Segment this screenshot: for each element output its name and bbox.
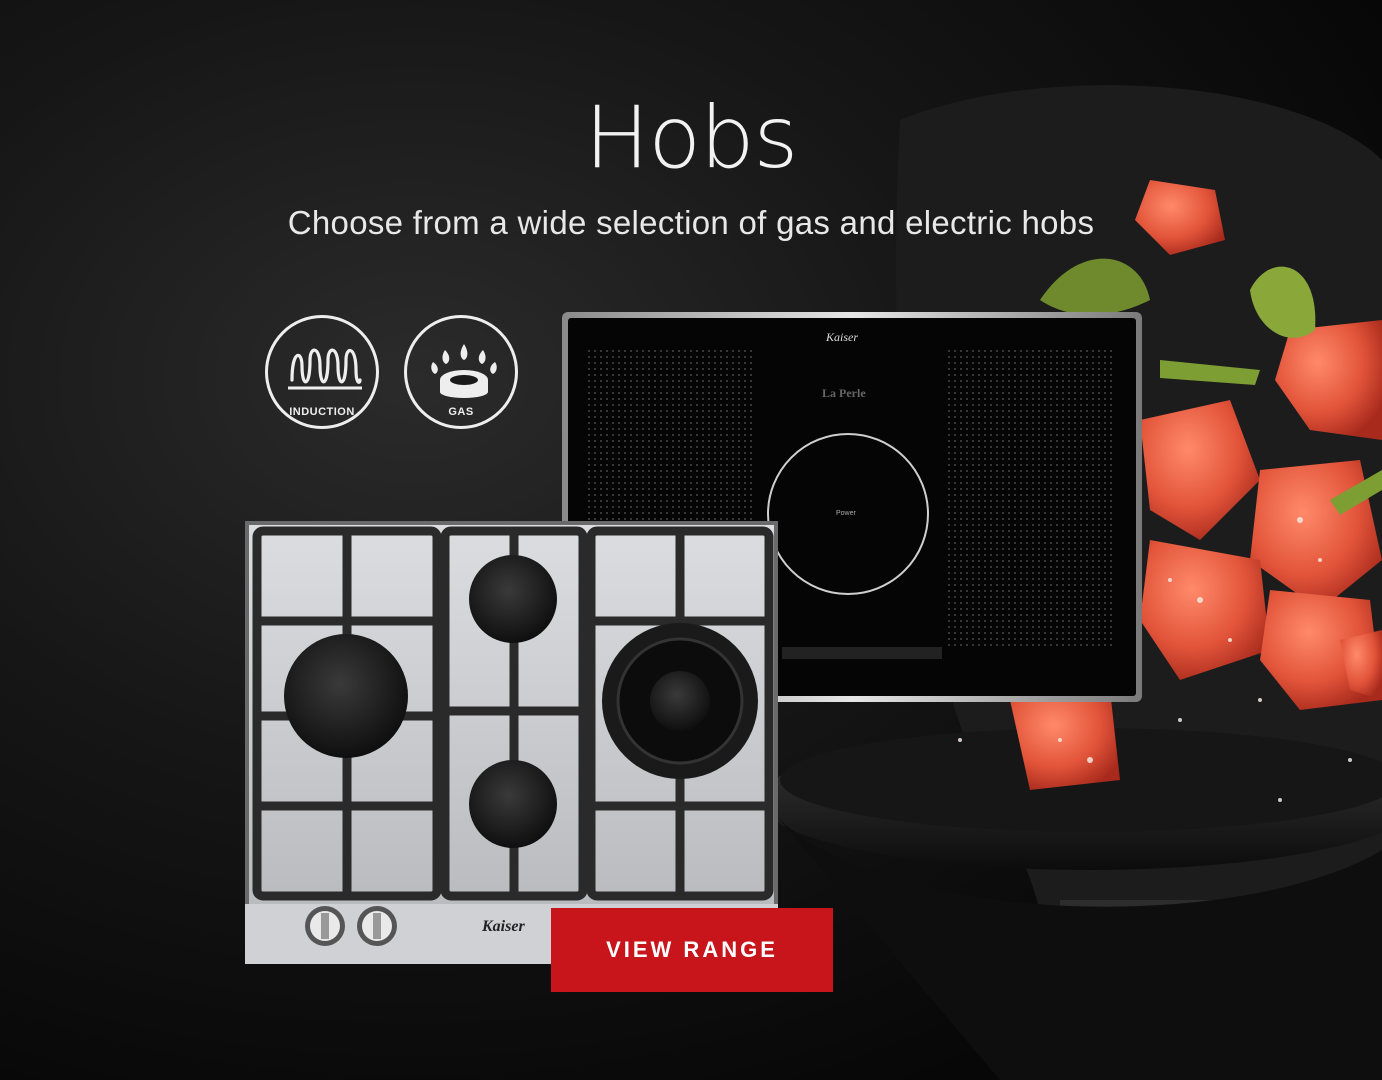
induction-coil-icon (288, 348, 362, 390)
induction-zone-label: Power (836, 510, 856, 517)
page-title: Hobs (584, 88, 799, 188)
gas-burner-icon (431, 344, 497, 398)
induction-badge-label: INDUCTION (289, 406, 355, 418)
gas-badge: GAS (404, 315, 518, 429)
gas-hob-brand: Kaiser (482, 918, 525, 935)
view-range-button[interactable]: VIEW RANGE (551, 908, 833, 992)
induction-badge: INDUCTION (265, 315, 379, 429)
induction-hob-brand: Kaiser (826, 330, 859, 344)
induction-hob-model: La Perle (822, 386, 866, 400)
gas-badge-label: GAS (448, 406, 474, 418)
hero-banner: Kaiser La Perle Power Kaiser Hobs Choose… (0, 0, 1382, 1080)
page-subtitle: Choose from a wide selection of gas and … (287, 204, 1095, 241)
gas-hob-image (245, 521, 778, 964)
